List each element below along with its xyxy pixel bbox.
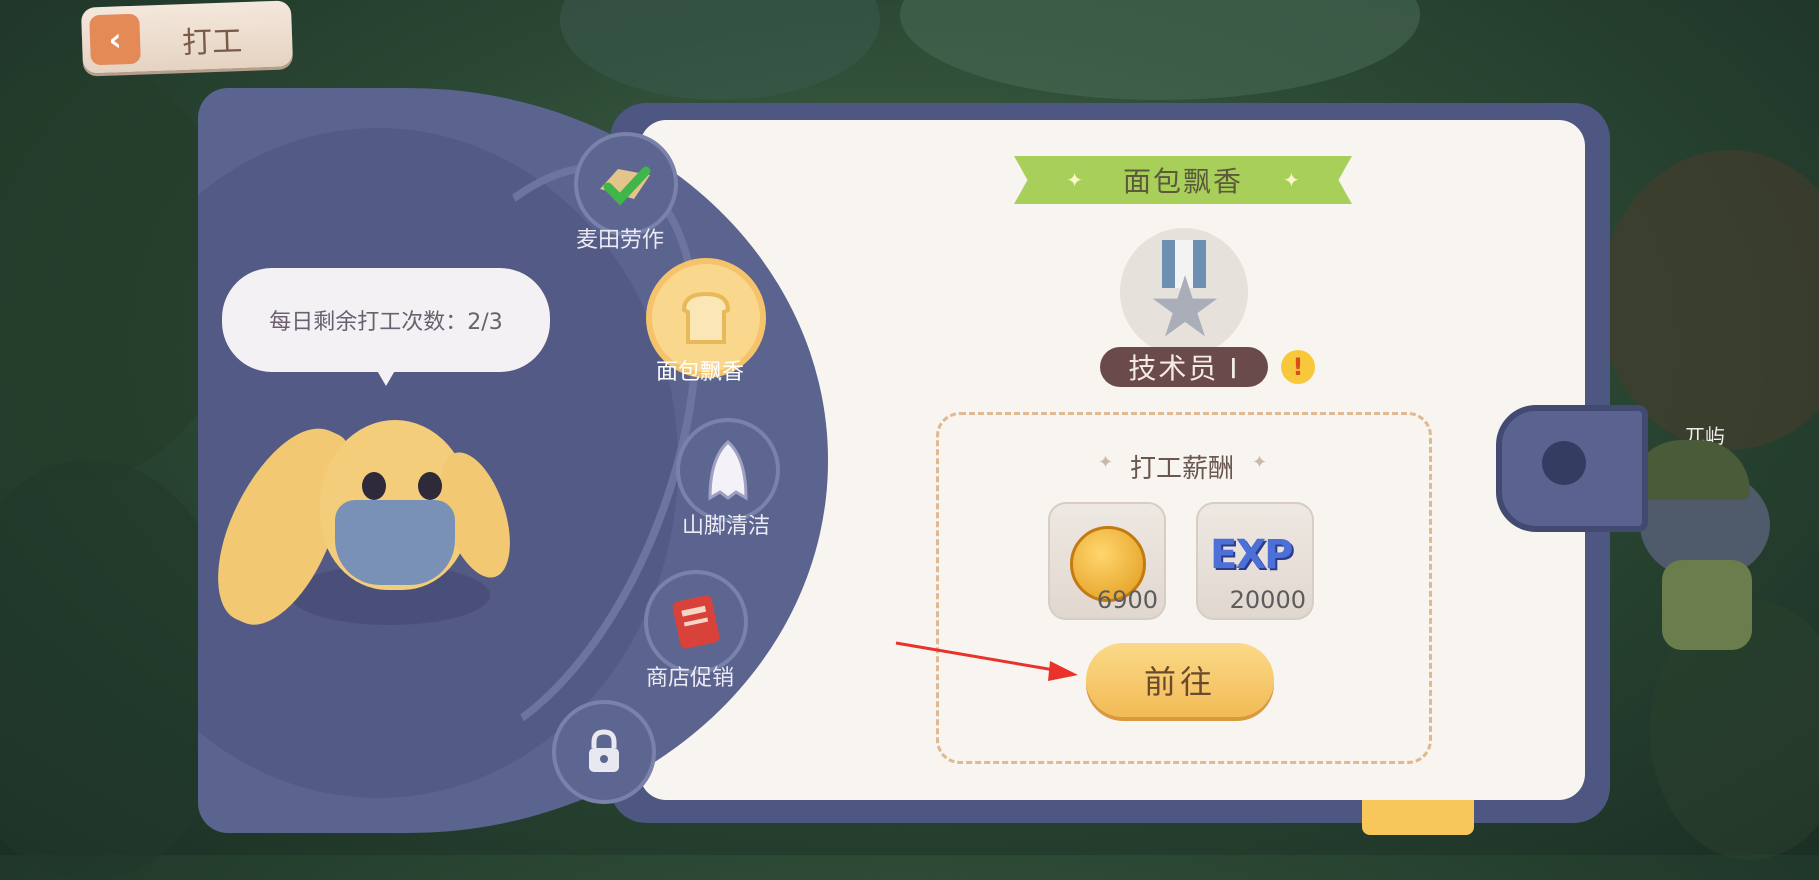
ghost-cloth-icon [676,418,780,522]
job-label: 麦田劳作 [576,228,665,253]
job-label: 山脚清洁 [682,514,771,539]
sparkle-icon: ✦ [1252,452,1268,473]
reward-coin[interactable]: 6900 [1048,502,1166,620]
exp-icon: EXP [1210,532,1293,578]
annotation-arrow-icon [895,641,1078,681]
character-body [1662,560,1752,650]
bubble-tail [372,362,400,386]
job-title-ribbon: ✦ 面包飘香 ✦ [1014,156,1352,204]
rank-badge: 技术员 I [1100,347,1268,387]
go-button[interactable]: 前往 [1086,643,1274,717]
flyer-icon [644,570,748,674]
rank-text: 技术员 I [1128,352,1240,385]
card-clasp [1496,405,1648,532]
page-title: 打工 [181,24,243,62]
bunny-eye-left [362,472,386,500]
bunny-eye-right [418,472,442,500]
sparkle-icon: ✦ [1066,168,1083,192]
reward-amount: 20000 [1229,586,1306,614]
job-label: 面包飘香 [656,360,745,385]
remaining-count-bubble: 每日剩余打工次数：2/3 [222,268,550,372]
go-button-label: 前往 [1143,663,1216,701]
sparkle-icon: ✦ [1283,168,1300,192]
back-arrow-icon: ‹ [89,13,141,66]
reward-title: 打工薪酬 [1129,454,1234,484]
back-button[interactable]: ‹ 打工 [80,0,294,74]
medal-star-icon: ★ [1147,258,1223,356]
reward-amount: 6900 [1096,586,1158,614]
lock-icon [552,700,656,804]
remaining-count-text: 每日剩余打工次数：2/3 [269,310,503,335]
rank-info-icon[interactable]: ! [1281,350,1315,384]
job-label: 商店促销 [646,666,735,691]
job-title: 面包飘香 [1122,165,1243,198]
reward-exp[interactable]: EXP 20000 [1196,502,1314,620]
bookmark-tab [1362,795,1474,835]
wheat-check-icon [574,132,678,236]
bunny-overalls [335,500,455,585]
